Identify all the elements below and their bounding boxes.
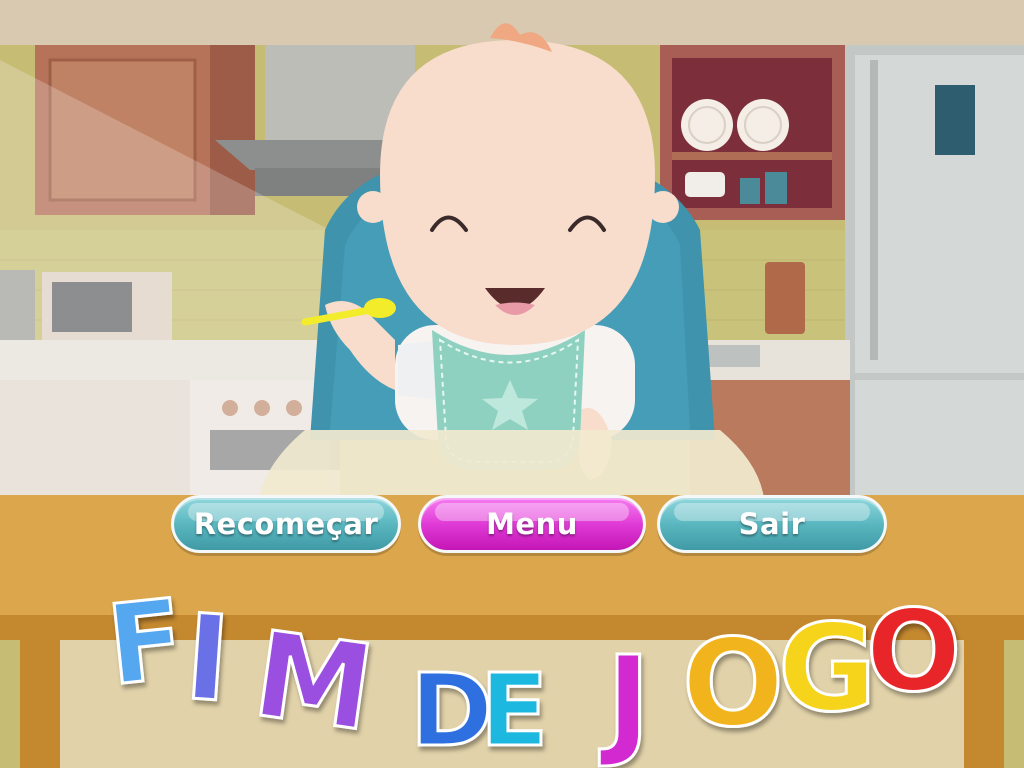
exit-button[interactable]: Sair <box>657 495 887 553</box>
fridge-icon <box>845 45 1024 500</box>
kitchen-background <box>0 0 1024 768</box>
restart-button-label: Recomeçar <box>193 507 379 541</box>
restart-button[interactable]: Recomeçar <box>171 495 401 553</box>
exit-button-label: Sair <box>738 507 806 541</box>
menu-button[interactable]: Menu <box>418 495 646 553</box>
upper-shelf-right <box>660 45 845 220</box>
menu-button-label: Menu <box>486 507 578 541</box>
